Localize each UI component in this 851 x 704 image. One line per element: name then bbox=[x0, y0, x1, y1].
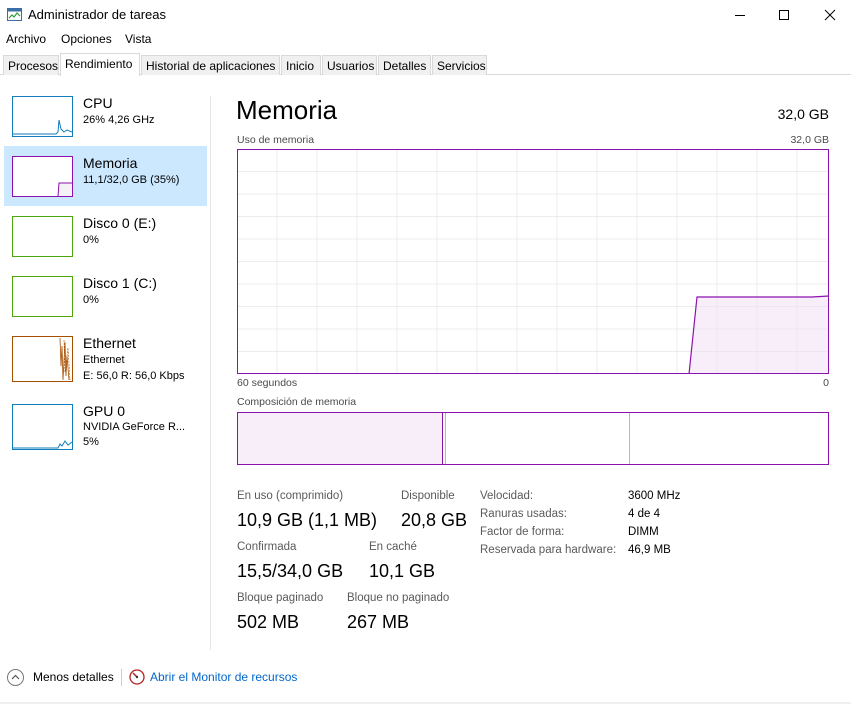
sidebar-item-gpu[interactable]: GPU 0 NVIDIA GeForce R... 5% bbox=[4, 392, 207, 456]
committed-value: 15,5/34,0 GB bbox=[237, 561, 344, 581]
sidebar-gpu-sub: NVIDIA GeForce R... bbox=[83, 421, 186, 433]
footer: Menos detalles Abrir el Monitor de recur… bbox=[0, 664, 851, 692]
disk0-thumbnail-graph bbox=[12, 216, 73, 257]
cached-value: 10,1 GB bbox=[369, 561, 436, 581]
memory-composition-bar bbox=[237, 412, 829, 465]
open-resource-monitor-link[interactable]: Abrir el Monitor de recursos bbox=[150, 670, 297, 684]
page-title: Memoria bbox=[236, 95, 338, 125]
sidebar-disk1-sub: 0% bbox=[83, 294, 99, 306]
tab-historial[interactable]: Historial de aplicaciones bbox=[141, 55, 280, 75]
collapse-chevron-icon[interactable] bbox=[7, 669, 24, 686]
paged-pool-value: 502 MB bbox=[237, 612, 300, 632]
menu-opciones[interactable]: Opciones bbox=[61, 32, 112, 46]
memory-total: 32,0 GB bbox=[777, 106, 829, 122]
title-bar: Administrador de tareas bbox=[0, 0, 851, 30]
available-value: 20,8 GB bbox=[401, 510, 468, 530]
sidebar-gpu-title: GPU 0 bbox=[83, 403, 126, 419]
committed-label: Confirmada bbox=[237, 541, 297, 553]
time-axis-end: 0 bbox=[823, 377, 829, 389]
tab-rendimiento[interactable]: Rendimiento bbox=[60, 53, 140, 76]
menu-vista[interactable]: Vista bbox=[125, 32, 151, 46]
tab-detalles[interactable]: Detalles bbox=[378, 55, 431, 75]
usage-graph-label: Uso de memoria bbox=[237, 134, 315, 146]
tab-servicios[interactable]: Servicios bbox=[432, 55, 487, 75]
sidebar-memory-sub: 11,1/32,0 GB (35%) bbox=[83, 174, 180, 186]
slots-label: Ranuras usadas: bbox=[480, 508, 567, 520]
disk1-thumbnail-graph bbox=[12, 276, 73, 317]
sidebar-item-ethernet[interactable]: Ethernet Ethernet E: 56,0 R: 56,0 Kbps bbox=[4, 326, 207, 388]
in-use-label: En uso (comprimido) bbox=[237, 490, 344, 502]
sidebar-ethernet-sub: Ethernet bbox=[83, 354, 125, 366]
tab-strip: Procesos Rendimiento Historial de aplica… bbox=[0, 53, 851, 76]
gpu-thumbnail-graph bbox=[12, 404, 73, 450]
cached-label: En caché bbox=[369, 541, 417, 553]
maximize-button[interactable] bbox=[761, 0, 807, 30]
panel-divider bbox=[210, 96, 211, 650]
sidebar-disk1-title: Disco 1 (C:) bbox=[83, 275, 157, 291]
sidebar-item-disk1[interactable]: Disco 1 (C:) 0% bbox=[4, 266, 207, 326]
task-manager-icon bbox=[7, 8, 22, 21]
hardware-reserved-value: 46,9 MB bbox=[628, 544, 671, 556]
slots-value: 4 de 4 bbox=[628, 508, 660, 520]
fewer-details-button[interactable]: Menos detalles bbox=[33, 670, 114, 684]
speed-value: 3600 MHz bbox=[628, 490, 681, 502]
hardware-reserved-label: Reservada para hardware: bbox=[480, 544, 617, 556]
window-title: Administrador de tareas bbox=[28, 7, 167, 22]
resource-monitor-icon bbox=[129, 669, 145, 685]
form-factor-value: DIMM bbox=[628, 526, 659, 538]
sidebar-gpu-usage: 5% bbox=[83, 436, 99, 448]
minimize-icon bbox=[735, 15, 745, 16]
sidebar-ethernet-rate: E: 56,0 R: 56,0 Kbps bbox=[83, 370, 185, 382]
sidebar-memory-title: Memoria bbox=[83, 155, 138, 171]
in-use-value: 10,9 GB (1,1 MB) bbox=[237, 510, 378, 530]
close-button[interactable] bbox=[807, 0, 851, 30]
available-label: Disponible bbox=[401, 490, 455, 502]
tab-inicio[interactable]: Inicio bbox=[281, 55, 321, 75]
sidebar-cpu-title: CPU bbox=[83, 95, 113, 111]
tab-procesos[interactable]: Procesos bbox=[3, 55, 59, 75]
minimize-button[interactable] bbox=[717, 0, 763, 30]
sidebar-disk0-sub: 0% bbox=[83, 234, 99, 246]
sidebar-item-memory[interactable]: Memoria 11,1/32,0 GB (35%) bbox=[4, 146, 207, 206]
ethernet-thumbnail-graph bbox=[12, 336, 73, 382]
time-axis-start: 60 segundos bbox=[237, 377, 298, 389]
footer-separator bbox=[121, 669, 122, 686]
form-factor-label: Factor de forma: bbox=[480, 526, 565, 538]
sidebar-item-disk0[interactable]: Disco 0 (E:) 0% bbox=[4, 206, 207, 266]
usage-graph-max: 32,0 GB bbox=[790, 134, 829, 146]
nonpaged-pool-value: 267 MB bbox=[347, 612, 410, 632]
memory-usage-graph bbox=[237, 149, 829, 374]
menu-bar: Archivo Opciones Vista bbox=[0, 30, 851, 50]
sidebar-cpu-sub: 26% 4,26 GHz bbox=[83, 114, 155, 126]
tab-usuarios[interactable]: Usuarios bbox=[322, 55, 377, 75]
speed-label: Velocidad: bbox=[480, 490, 534, 502]
close-icon bbox=[824, 9, 836, 21]
maximize-icon bbox=[779, 10, 789, 20]
nonpaged-pool-label: Bloque no paginado bbox=[347, 592, 450, 604]
composition-label: Composición de memoria bbox=[237, 396, 357, 408]
sidebar-ethernet-title: Ethernet bbox=[83, 335, 136, 351]
resource-sidebar: CPU 26% 4,26 GHz Memoria 11,1/32,0 GB (3… bbox=[0, 76, 210, 651]
sidebar-item-cpu[interactable]: CPU 26% 4,26 GHz bbox=[4, 86, 207, 146]
memory-thumbnail-graph bbox=[12, 156, 73, 197]
cpu-thumbnail-graph bbox=[12, 96, 73, 137]
menu-archivo[interactable]: Archivo bbox=[6, 32, 46, 46]
paged-pool-label: Bloque paginado bbox=[237, 592, 324, 604]
sidebar-disk0-title: Disco 0 (E:) bbox=[83, 215, 157, 231]
